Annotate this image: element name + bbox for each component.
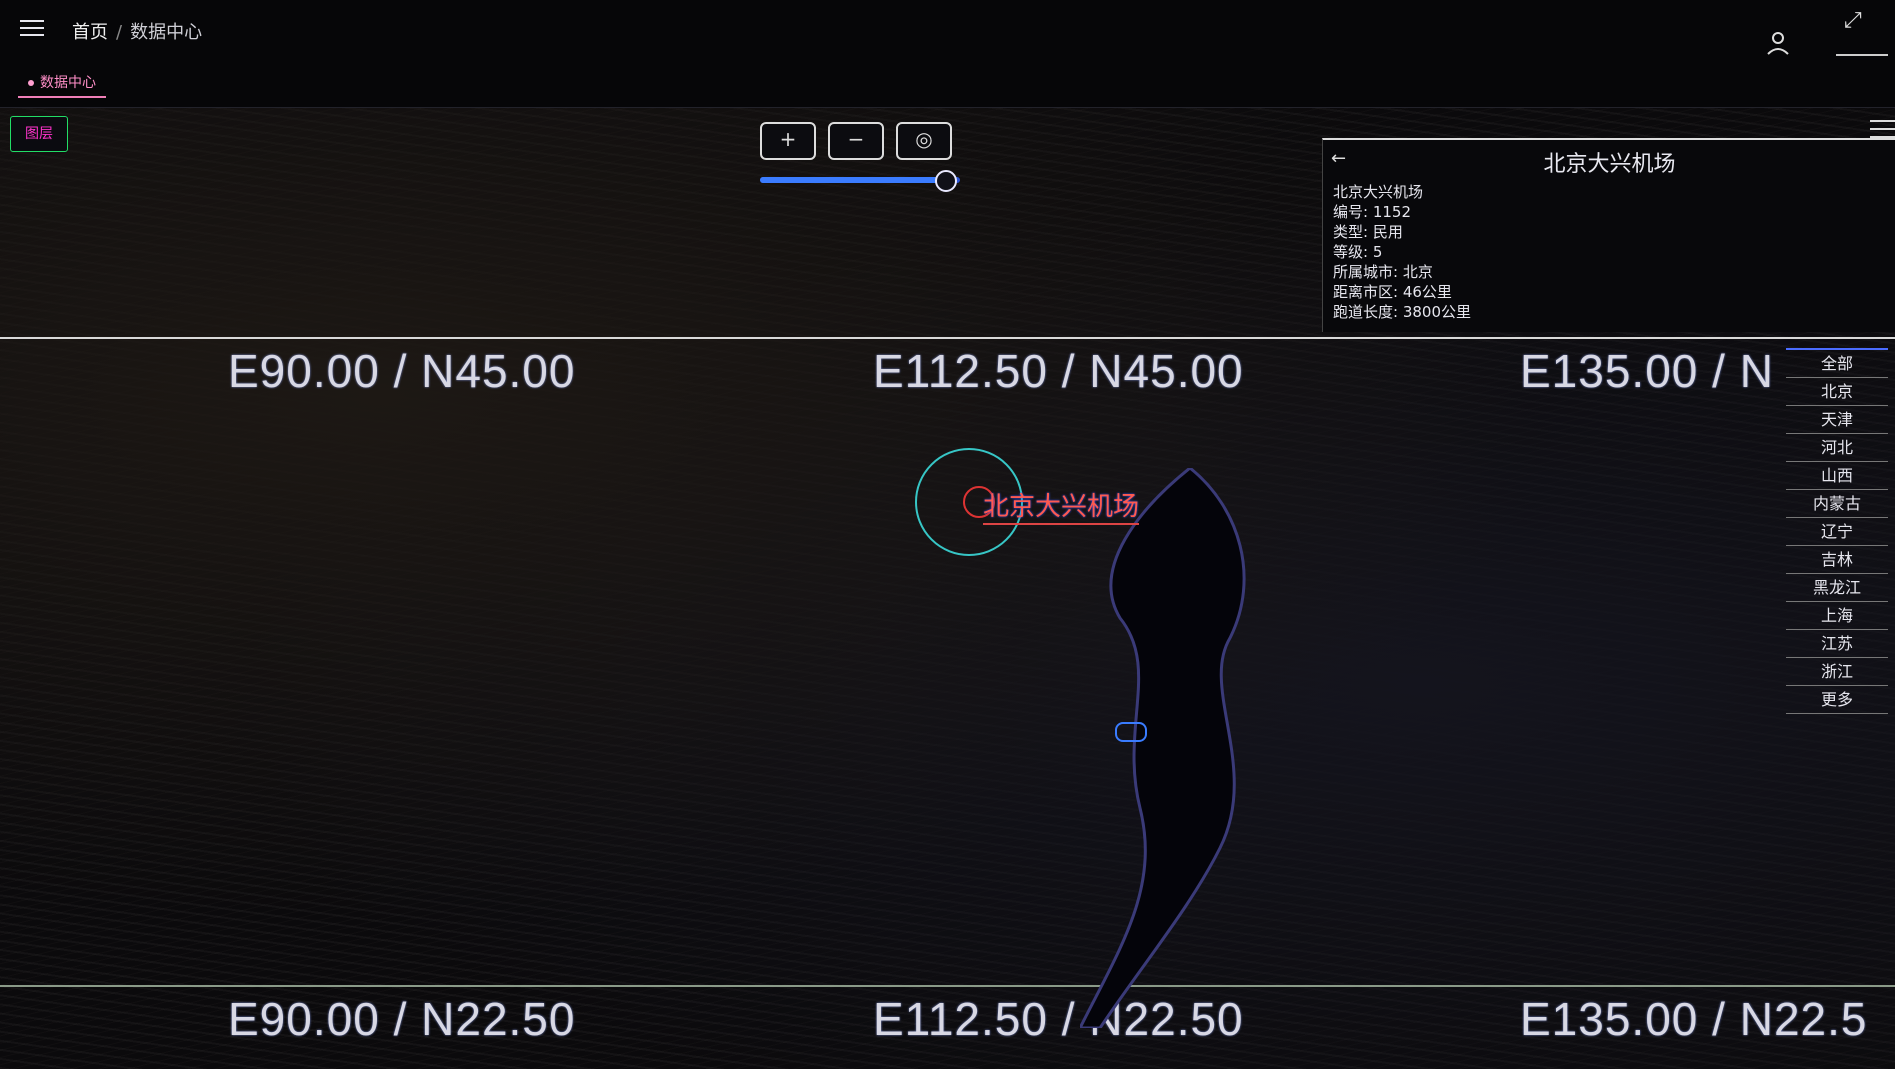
- region-item[interactable]: 吉林: [1786, 546, 1888, 574]
- info-row: 跑道长度: 3800公里: [1333, 303, 1471, 321]
- zoom-out-button[interactable]: −: [828, 122, 884, 160]
- region-item[interactable]: 河北: [1786, 434, 1888, 462]
- region-item[interactable]: 更多: [1786, 686, 1888, 714]
- zoom-slider-handle[interactable]: [935, 170, 957, 192]
- region-item[interactable]: 江苏: [1786, 630, 1888, 658]
- region-item[interactable]: 辽宁: [1786, 518, 1888, 546]
- grid-label-top-right: E135.00 / N: [1520, 345, 1774, 397]
- tab-bar: 数据中心: [0, 62, 1895, 108]
- region-item[interactable]: 上海: [1786, 602, 1888, 630]
- fullscreen-icon: ⤢: [1844, 8, 1862, 33]
- info-panel: ← 北京大兴机场 北京大兴机场 编号: 1152 类型: 民用 等级: 5 所属…: [1322, 138, 1895, 332]
- region-item[interactable]: 北京: [1786, 378, 1888, 406]
- hamburger-menu-icon[interactable]: [20, 20, 44, 38]
- region-item[interactable]: 山西: [1786, 462, 1888, 490]
- region-item[interactable]: 内蒙古: [1786, 490, 1888, 518]
- region-item[interactable]: 全部: [1786, 348, 1888, 378]
- info-row: 编号: 1152: [1333, 203, 1411, 221]
- info-row: 北京大兴机场: [1333, 183, 1424, 201]
- fullscreen-toggle[interactable]: ⤢: [1836, 6, 1888, 56]
- user-icon[interactable]: [1765, 30, 1791, 56]
- top-bar: 首页 / 数据中心 ⤢: [0, 0, 1895, 63]
- region-item[interactable]: 黑龙江: [1786, 574, 1888, 602]
- info-panel-title: 北京大兴机场: [1543, 152, 1676, 177]
- grid-label-top-left: E90.00 / N45.00: [228, 345, 576, 397]
- tab-data-center[interactable]: 数据中心: [18, 70, 106, 98]
- region-item[interactable]: 浙江: [1786, 658, 1888, 686]
- coastline-shape: [1080, 468, 1246, 1028]
- map-canvas[interactable]: E90.00 / N45.00 E112.50 / N45.00 E135.00…: [0, 108, 1895, 1069]
- city-dot[interactable]: [1115, 722, 1147, 742]
- latitude-line-45: [0, 337, 1895, 339]
- grid-label-bottom-left: E90.00 / N22.50: [228, 993, 576, 1045]
- breadcrumb-separator: /: [116, 22, 123, 43]
- marker-label[interactable]: 北京大兴机场: [983, 486, 1140, 525]
- region-filter-list: 全部 北京 天津 河北 山西 内蒙古 辽宁 吉林 黑龙江 上海 江苏 浙江 更多: [1786, 348, 1888, 714]
- grid-label-bottom-right: E135.00 / N22.5: [1520, 993, 1868, 1045]
- zoom-in-button[interactable]: +: [760, 122, 816, 160]
- layer-toggle-button[interactable]: 图层: [10, 116, 68, 152]
- region-item[interactable]: 天津: [1786, 406, 1888, 434]
- grid-label-top-center: E112.50 / N45.00: [873, 345, 1244, 397]
- latitude-line-22-5: [0, 985, 1895, 987]
- info-row: 等级: 5: [1333, 243, 1383, 261]
- info-row: 距离市区: 46公里: [1333, 283, 1452, 301]
- zoom-slider-fill: [760, 177, 944, 183]
- info-panel-details: 北京大兴机场 编号: 1152 类型: 民用 等级: 5 所属城市: 北京 距离…: [1333, 182, 1471, 322]
- tab-label: 数据中心: [40, 75, 96, 91]
- breadcrumb: 首页 / 数据中心: [72, 18, 202, 44]
- reset-view-button[interactable]: ◎: [896, 122, 952, 160]
- info-row: 所属城市: 北京: [1333, 263, 1433, 281]
- zoom-slider[interactable]: [760, 170, 960, 192]
- map-controls: + − ◎: [760, 122, 952, 160]
- breadcrumb-home[interactable]: 首页: [72, 22, 108, 43]
- breadcrumb-current: 数据中心: [130, 22, 203, 43]
- info-row: 类型: 民用: [1333, 223, 1403, 241]
- tab-active-dot: [28, 80, 34, 86]
